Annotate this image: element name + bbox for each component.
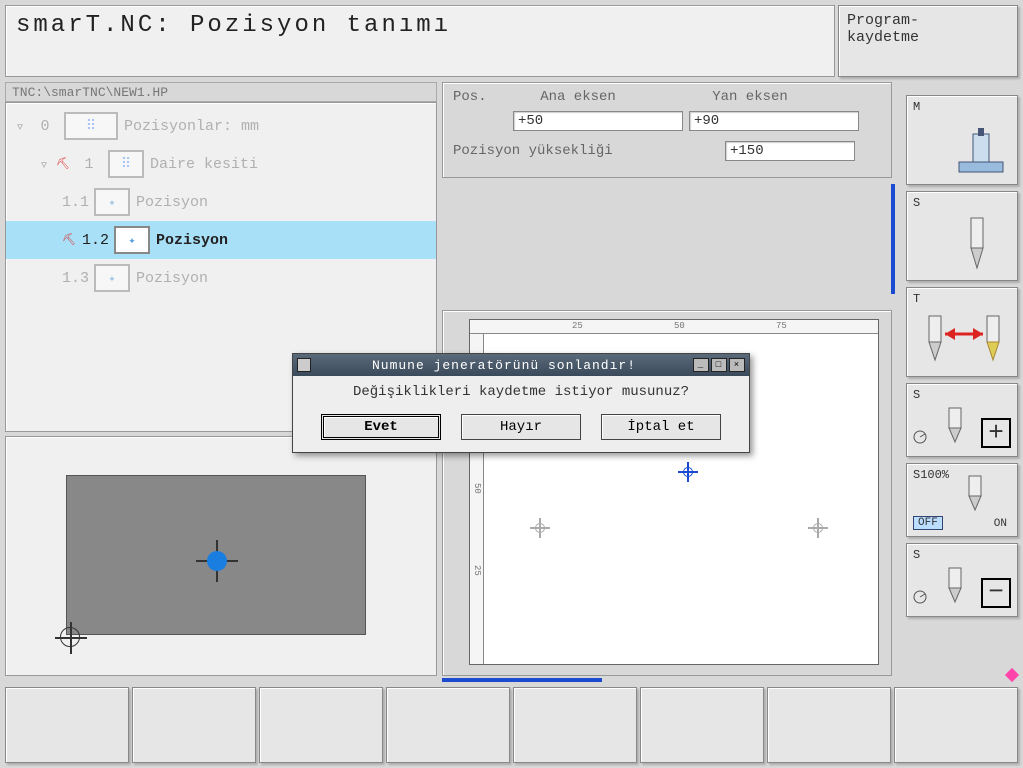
- tree-num: 1.2: [82, 232, 108, 249]
- machining-icon: ⛏: [62, 233, 76, 247]
- ruler-horizontal: 25 50 75: [470, 320, 878, 334]
- knob-icon: [913, 430, 927, 444]
- tree-num: 1.1: [62, 194, 88, 211]
- softkey-6[interactable]: [640, 687, 764, 763]
- tree-label: Daire kesiti: [150, 156, 258, 173]
- softkey-8[interactable]: [894, 687, 1018, 763]
- btn-label: T: [913, 292, 920, 306]
- close-icon[interactable]: ×: [729, 358, 745, 372]
- side-axis-input[interactable]: [689, 111, 859, 131]
- program-save-button[interactable]: Program- kaydetme: [838, 5, 1018, 77]
- height-label: Pozisyon yüksekliği: [453, 143, 673, 159]
- status-indicator-icon: [1005, 668, 1019, 682]
- tree-num: 1.3: [62, 270, 88, 287]
- workpiece-rect: [66, 475, 366, 635]
- tree-row-root[interactable]: ▿ 0 Pozisyonlar: mm: [6, 107, 436, 145]
- mode-t-button[interactable]: T: [906, 287, 1018, 377]
- spindle-plus-button[interactable]: S +: [906, 383, 1018, 457]
- mode-m-button[interactable]: M: [906, 95, 1018, 185]
- machining-icon: ⛏: [56, 157, 70, 171]
- height-input[interactable]: [725, 141, 855, 161]
- side-axis-label: Yan eksen: [685, 89, 815, 105]
- spindle-minus-button[interactable]: S −: [906, 543, 1018, 617]
- main-axis-input[interactable]: [513, 111, 683, 131]
- tree-row-1[interactable]: ▿ ⛏ 1 Daire kesiti: [6, 145, 436, 183]
- preview-2d: [5, 436, 437, 676]
- positions-icon: [64, 112, 118, 140]
- tree-label: Pozisyon: [156, 232, 228, 249]
- plus-icon: +: [981, 418, 1011, 448]
- tick: 75: [776, 321, 787, 331]
- off-label: OFF: [913, 516, 943, 530]
- tree-row-1-1[interactable]: 1.1 Pozisyon: [6, 183, 436, 221]
- softkey-3[interactable]: [259, 687, 383, 763]
- tool-icon: [943, 566, 967, 606]
- tick: 25: [472, 565, 482, 576]
- btn-label: S: [913, 548, 920, 562]
- point-marker[interactable]: [532, 520, 548, 536]
- btn-label: S100%: [913, 468, 949, 482]
- btn-label: S: [913, 196, 920, 210]
- dialog-message: Değişiklikleri kaydetme istiyor musunuz?: [293, 376, 749, 408]
- minimize-icon[interactable]: _: [693, 358, 709, 372]
- btn-label: M: [913, 100, 920, 114]
- position-icon: [94, 264, 130, 292]
- btn-label: S: [913, 388, 920, 402]
- softkey-1[interactable]: [5, 687, 129, 763]
- hole-icon: [207, 551, 227, 571]
- tree-row-1-2[interactable]: ⛏ 1.2 Pozisyon: [6, 221, 436, 259]
- softkey-4[interactable]: [386, 687, 510, 763]
- minus-icon: −: [981, 578, 1011, 608]
- mode-s-button[interactable]: S: [906, 191, 1018, 281]
- point-marker[interactable]: [810, 520, 826, 536]
- maximize-icon[interactable]: □: [711, 358, 727, 372]
- parameters-panel: Pos. Ana eksen Yan eksen Pozisyon yüksek…: [442, 82, 892, 178]
- on-label: ON: [994, 518, 1007, 530]
- tree-num: 1: [76, 156, 102, 173]
- page-title: smarT.NC: Pozisyon tanımı: [5, 5, 835, 77]
- no-button[interactable]: Hayır: [461, 414, 581, 440]
- yes-button[interactable]: Evet: [321, 414, 441, 440]
- scroll-indicator: [891, 184, 895, 294]
- tree-label: Pozisyon: [136, 270, 208, 287]
- save-changes-dialog: Numune jeneratörünü sonlandır! _ □ × Değ…: [292, 353, 750, 453]
- pos-label: Pos.: [453, 89, 507, 105]
- softkey-bar: [5, 687, 1018, 763]
- tool-icon: [957, 214, 997, 274]
- tree-label: Pozisyonlar: mm: [124, 118, 259, 135]
- cancel-button[interactable]: İptal et: [601, 414, 721, 440]
- tree-label: Pozisyon: [136, 194, 208, 211]
- softkey-7[interactable]: [767, 687, 891, 763]
- tool-icon: [943, 406, 967, 446]
- origin-icon: [60, 627, 80, 647]
- scrollbar-horizontal[interactable]: [442, 678, 602, 682]
- knob-icon: [913, 590, 927, 604]
- tick: 50: [472, 483, 482, 494]
- dialog-titlebar[interactable]: Numune jeneratörünü sonlandır! _ □ ×: [293, 354, 749, 376]
- dialog-title: Numune jeneratörünü sonlandır!: [317, 358, 691, 373]
- tree-row-1-3[interactable]: 1.3 Pozisyon: [6, 259, 436, 297]
- position-icon: [114, 226, 150, 254]
- main-axis-label: Ana eksen: [513, 89, 643, 105]
- position-icon: [94, 188, 130, 216]
- tool-change-icon: [921, 310, 1011, 370]
- point-marker-selected[interactable]: [680, 464, 696, 480]
- machine-icon: [951, 128, 1011, 178]
- file-path: TNC:\smarTNC\NEW1.HP: [5, 82, 437, 102]
- tool-icon: [963, 474, 987, 514]
- chevron-down-icon[interactable]: ▿: [38, 155, 50, 174]
- chevron-down-icon[interactable]: ▿: [14, 117, 26, 136]
- circle-section-icon: [108, 150, 144, 178]
- softkey-2[interactable]: [132, 687, 256, 763]
- spindle-override-button[interactable]: S100% OFF ON: [906, 463, 1018, 537]
- softkey-5[interactable]: [513, 687, 637, 763]
- app-icon: [297, 358, 311, 372]
- tree-num: 0: [32, 118, 58, 135]
- tick: 25: [572, 321, 583, 331]
- tick: 50: [674, 321, 685, 331]
